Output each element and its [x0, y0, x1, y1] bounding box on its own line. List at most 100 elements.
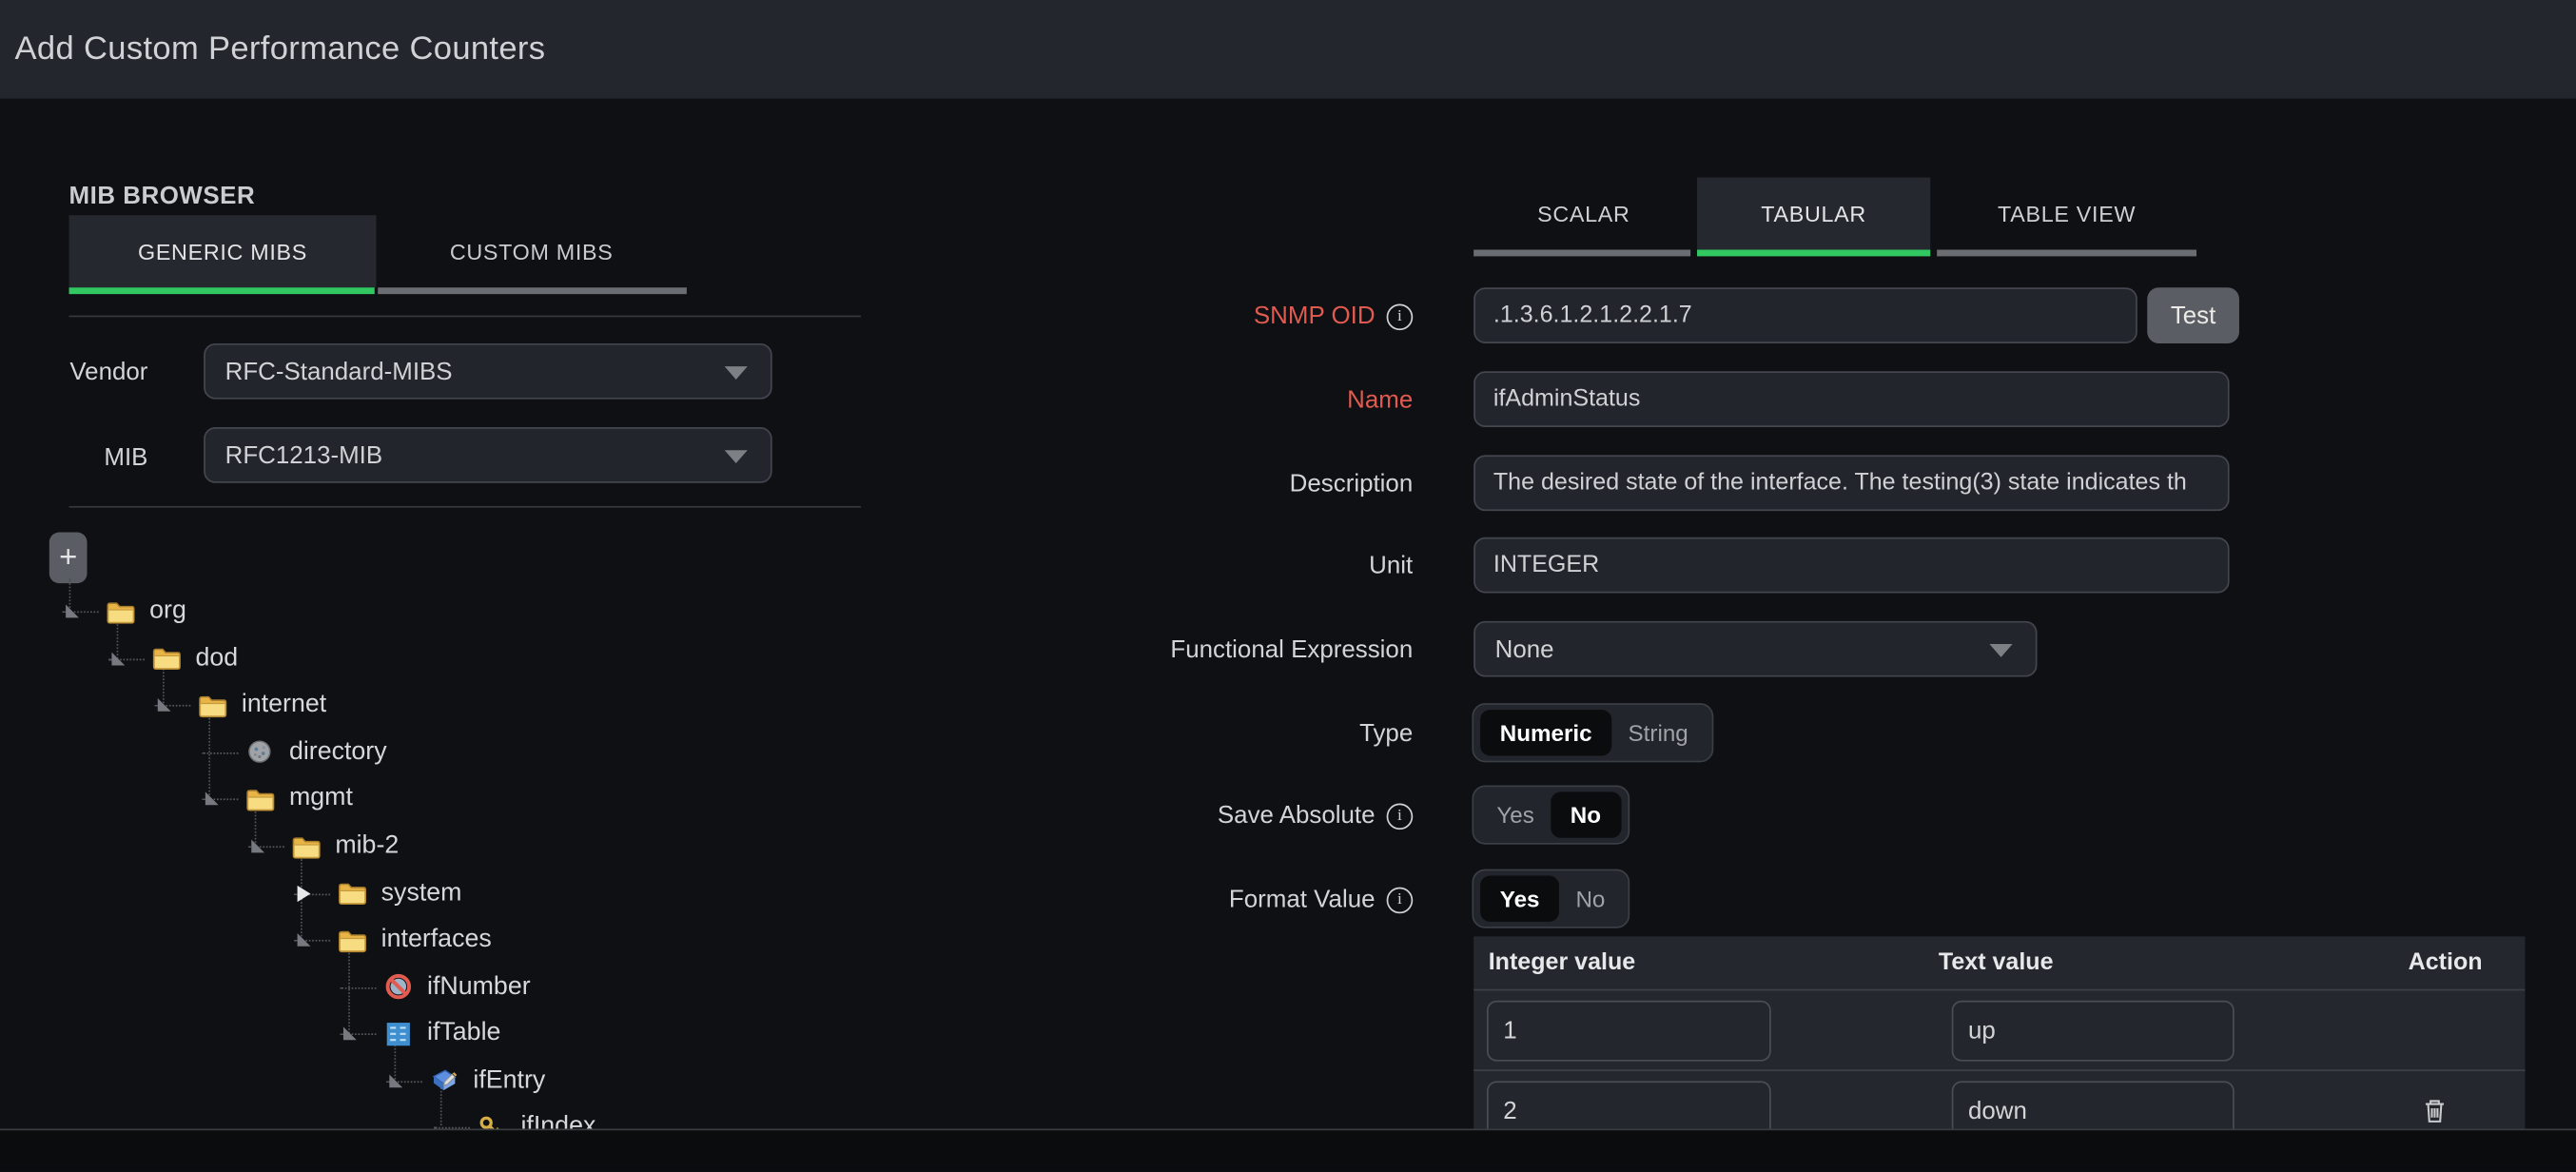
value-mapping-table: Integer value Text value Action — [1473, 936, 2525, 1151]
expander-open-icon[interactable] — [158, 699, 171, 713]
mib-select-value: RFC1213-MIB — [225, 441, 383, 469]
tree-node-label: ifNumber — [427, 972, 531, 1002]
unit-label-text: Unit — [1369, 552, 1413, 579]
name-input[interactable] — [1473, 371, 2229, 427]
type-option-numeric[interactable]: Numeric — [1480, 710, 1611, 755]
tree-node-ifnumber[interactable]: ifNumber — [0, 964, 1051, 1010]
description-input[interactable] — [1473, 455, 2229, 511]
tab-generic-mibs[interactable]: GENERIC MIBS — [69, 215, 377, 287]
type-option-string[interactable]: String — [1611, 710, 1705, 755]
expander-open-icon[interactable] — [251, 840, 264, 853]
inactive-tab-underline — [1473, 250, 1690, 257]
functional-expression-label: Functional Expression — [920, 635, 1413, 663]
tree-node-directory[interactable]: directory — [0, 729, 1051, 775]
save-absolute-label: Save Absolute — [920, 802, 1413, 830]
snmp-oid-input[interactable] — [1473, 287, 2137, 343]
tab-scalar[interactable]: SCALAR — [1473, 178, 1693, 250]
tree-node-label: system — [381, 878, 462, 908]
format-value-label-text: Format Value — [1229, 886, 1376, 913]
functional-expression-label-text: Functional Expression — [1170, 635, 1413, 663]
integer-value-header: Integer value — [1473, 949, 1939, 976]
expander-open-icon[interactable] — [111, 652, 125, 665]
save-absolute-option-yes[interactable]: Yes — [1480, 791, 1551, 837]
active-tab-underline — [69, 287, 375, 294]
tab-generic-mibs-label: GENERIC MIBS — [138, 239, 307, 264]
tree-node-label: mgmt — [289, 785, 353, 814]
functional-expression-select[interactable]: None — [1473, 621, 2037, 677]
info-icon[interactable] — [1387, 887, 1414, 913]
format-value-label: Format Value — [920, 886, 1413, 913]
format-value-option-no[interactable]: No — [1559, 876, 1621, 922]
expander-open-icon[interactable] — [298, 933, 311, 947]
inactive-tab-underline — [1937, 250, 2196, 257]
plus-icon: + — [59, 539, 77, 576]
tree-node-label: dod — [196, 644, 239, 674]
trash-icon — [2423, 1098, 2446, 1124]
tree-node-label: internet — [242, 691, 326, 720]
tree-node-label: directory — [289, 737, 387, 767]
format-value-option-yes[interactable]: Yes — [1480, 876, 1559, 922]
tree-node-mgmt[interactable]: mgmt — [0, 775, 1051, 822]
chevron-down-icon — [725, 450, 748, 463]
tab-custom-mibs-label: CUSTOM MIBS — [450, 239, 614, 264]
tree-node-ifentry[interactable]: ifEntry — [0, 1057, 1051, 1104]
divider — [69, 506, 861, 508]
value-table-header: Integer value Text value Action — [1473, 936, 2525, 990]
tree-node-label: ifTable — [427, 1019, 500, 1048]
vendor-select[interactable]: RFC-Standard-MIBS — [204, 343, 772, 400]
tab-tabular-label: TABULAR — [1761, 202, 1866, 226]
vendor-label: Vendor — [29, 358, 147, 385]
folder-icon — [151, 645, 183, 673]
info-icon[interactable] — [1387, 803, 1414, 830]
tree-node-system[interactable]: system — [0, 869, 1051, 916]
tab-tabular[interactable]: TABULAR — [1697, 178, 1930, 250]
expander-open-icon[interactable] — [343, 1027, 357, 1041]
name-label: Name — [920, 386, 1413, 414]
expander-open-icon[interactable] — [205, 792, 219, 806]
test-button[interactable]: Test — [2147, 287, 2239, 343]
save-absolute-option-no[interactable]: No — [1551, 791, 1621, 837]
snmp-oid-label-text: SNMP OID — [1254, 303, 1376, 330]
save-absolute-label-text: Save Absolute — [1218, 802, 1376, 830]
folder-icon — [337, 879, 368, 907]
tree-node-label: org — [149, 596, 186, 626]
inactive-tab-underline — [378, 287, 687, 294]
tree-node-mib-2[interactable]: mib-2 — [0, 823, 1051, 869]
tree-connector — [202, 752, 238, 754]
mib-browser-section-title: MIB BROWSER — [69, 183, 256, 210]
tree-node-dod[interactable]: dod — [0, 635, 1051, 682]
tree-node-interfaces[interactable]: interfaces — [0, 916, 1051, 963]
tree-node-internet[interactable]: internet — [0, 682, 1051, 729]
dialog-footer — [0, 1128, 2576, 1172]
description-label-text: Description — [1290, 470, 1414, 498]
info-icon[interactable] — [1387, 303, 1414, 330]
tab-custom-mibs[interactable]: CUSTOM MIBS — [376, 215, 686, 287]
value-table-row — [1473, 990, 2525, 1071]
expander-closed-icon[interactable] — [298, 885, 311, 901]
tree-node-label: ifEntry — [473, 1065, 545, 1095]
mib-select[interactable]: RFC1213-MIB — [204, 427, 772, 483]
delete-row-button[interactable] — [2423, 1098, 2446, 1124]
save-absolute-toggle: Yes No — [1472, 786, 1629, 845]
tab-table-view[interactable]: TABLE VIEW — [1934, 178, 2200, 250]
tab-table-view-label: TABLE VIEW — [1998, 202, 2136, 226]
expander-open-icon[interactable] — [66, 605, 79, 618]
tree-node-iftable[interactable]: ifTable — [0, 1010, 1051, 1057]
text-value-header: Text value — [1939, 949, 2397, 976]
text-value-input[interactable] — [1952, 1001, 2234, 1062]
format-value-toggle: Yes No — [1472, 869, 1630, 928]
entry-icon — [429, 1066, 460, 1094]
sphere-icon — [244, 738, 276, 766]
add-custom-performance-counters-dialog: Add Custom Performance Counters MIB BROW… — [0, 0, 2576, 1172]
chevron-down-icon — [1989, 644, 2012, 657]
expander-open-icon[interactable] — [389, 1074, 402, 1087]
expand-all-button[interactable]: + — [49, 533, 88, 584]
type-label-text: Type — [1359, 719, 1413, 747]
unit-label: Unit — [920, 552, 1413, 579]
type-label: Type — [920, 719, 1413, 747]
name-label-text: Name — [1347, 386, 1413, 414]
tree-node-org[interactable]: org — [0, 588, 1051, 635]
integer-value-input[interactable] — [1487, 1001, 1771, 1062]
folder-icon — [197, 692, 228, 719]
unit-input[interactable] — [1473, 537, 2229, 594]
